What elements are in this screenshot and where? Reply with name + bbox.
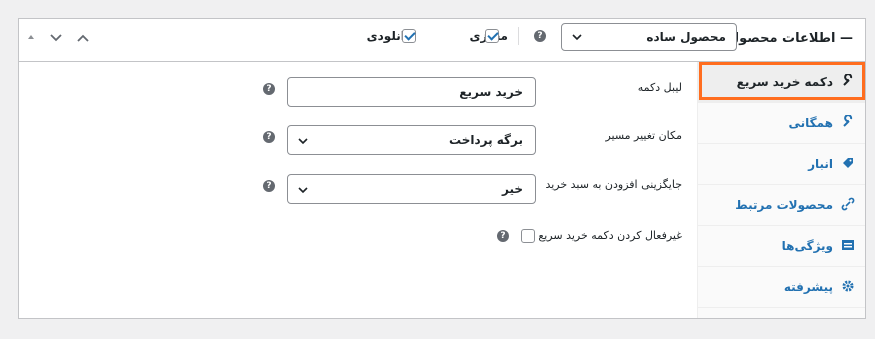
downloadable-checkbox[interactable] <box>402 29 416 43</box>
chevron-down-icon[interactable] <box>49 33 63 43</box>
redirect-label: مکان تغییر مسیر <box>605 129 682 142</box>
disable-quick-buy-checkbox[interactable] <box>521 229 535 243</box>
panel-header: اطلاعات محصول — محصول ساده مجازی ? دانلو… <box>19 19 865 62</box>
product-type-value: محصول ساده <box>646 30 726 44</box>
panel-title: اطلاعات محصول — <box>727 31 853 46</box>
tab-label: انبار <box>808 157 833 171</box>
tab-inventory[interactable]: انبار <box>697 144 865 185</box>
move-up-icon[interactable] <box>27 33 35 41</box>
replace-add-to-cart-label: جایگزینی افزودن به سبد خرید <box>545 178 682 191</box>
chevron-down-icon <box>298 187 308 194</box>
help-icon[interactable]: ? <box>534 30 546 42</box>
product-type-select[interactable]: محصول ساده <box>561 23 737 51</box>
gear-icon <box>842 280 854 292</box>
link-icon <box>841 197 855 211</box>
header-divider <box>518 27 519 45</box>
help-icon[interactable]: ? <box>263 83 275 95</box>
tab-linked-products[interactable]: محصولات مرتبط <box>697 185 865 226</box>
tab-advanced[interactable]: پیشرفته <box>697 267 865 308</box>
tab-label: همگانی <box>788 116 834 130</box>
redirect-select[interactable]: برگه پرداخت <box>287 125 536 155</box>
redirect-value: برگه پرداخت <box>449 133 523 147</box>
chevron-down-icon <box>572 34 582 41</box>
chevron-down-icon <box>298 138 308 145</box>
help-icon[interactable]: ? <box>497 230 509 242</box>
disable-quick-buy-label: غیرفعال کردن دکمه خرید سریع <box>538 229 682 242</box>
tab-attributes[interactable]: ویژگی‌ها <box>697 226 865 267</box>
tab-label: پیشرفته <box>783 280 833 294</box>
help-icon[interactable]: ? <box>263 131 275 143</box>
button-label-label: لیبل دکمه <box>637 81 682 94</box>
tab-general[interactable]: همگانی <box>697 103 865 144</box>
button-label-value: خرید سریع <box>459 85 523 99</box>
help-icon[interactable]: ? <box>263 180 275 192</box>
virtual-checkbox[interactable] <box>485 29 499 43</box>
tab-label: ویژگی‌ها <box>781 239 833 253</box>
active-tab-highlight <box>699 62 865 100</box>
replace-add-to-cart-select[interactable]: خیر <box>287 174 536 204</box>
chevron-up-icon[interactable] <box>76 33 90 43</box>
list-icon <box>842 240 854 250</box>
button-label-input[interactable]: خرید سریع <box>287 77 536 107</box>
tab-label: محصولات مرتبط <box>735 198 833 212</box>
replace-add-to-cart-value: خیر <box>501 182 523 196</box>
wrench-icon <box>843 115 853 127</box>
product-data-tabs: دکمه خرید سریع همگانی انبار محصولات مرتب… <box>697 62 865 318</box>
tag-icon <box>843 158 853 168</box>
product-data-panel: اطلاعات محصول — محصول ساده مجازی ? دانلو… <box>18 18 866 319</box>
